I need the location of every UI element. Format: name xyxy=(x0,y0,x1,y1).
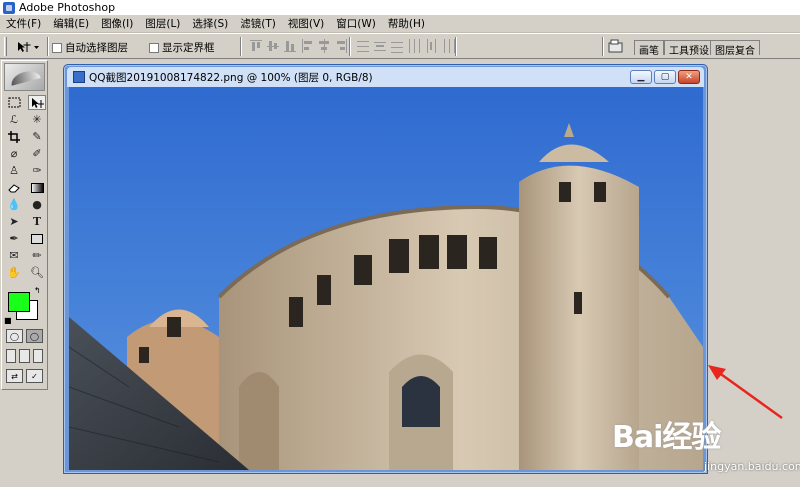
app-title: Adobe Photoshop xyxy=(19,1,116,14)
document-titlebar[interactable]: QQ截图20191008174822.png @ 100% (图层 0, RGB… xyxy=(67,67,704,87)
align-top-icon[interactable] xyxy=(250,39,262,53)
history-brush-icon[interactable]: ✑ xyxy=(28,163,46,178)
menu-filter[interactable]: 滤镜(T) xyxy=(234,16,282,31)
auto-select-layer-checkbox[interactable]: 自动选择图层 xyxy=(52,40,128,55)
close-icon[interactable]: ✕ xyxy=(678,70,700,84)
menu-file[interactable]: 文件(F) xyxy=(0,16,47,31)
maximize-icon[interactable]: ▢ xyxy=(654,70,676,84)
toolbox: ℒ ✳ ✎ ⌀ ✐ ♙ ✑ 💧 ● ➤ T ✒ ✉ ✏ ✋ 🔍︎ ↰ ■ ◯ ◯… xyxy=(1,60,48,390)
move-icon[interactable] xyxy=(28,95,46,110)
menu-view[interactable]: 视图(V) xyxy=(282,16,330,31)
shape-icon[interactable] xyxy=(28,231,46,246)
dodge-icon[interactable]: ● xyxy=(28,197,46,212)
menu-bar: 文件(F) 编辑(E) 图像(I) 图层(L) 选择(S) 滤镜(T) 视图(V… xyxy=(0,15,800,33)
eyedropper-icon[interactable]: ✏ xyxy=(28,248,46,263)
menu-edit[interactable]: 编辑(E) xyxy=(47,16,95,31)
standard-mode-icon[interactable]: ◯ xyxy=(6,329,23,343)
path-select-icon[interactable]: ➤ xyxy=(5,214,23,229)
marquee-icon[interactable] xyxy=(5,95,23,110)
building-photo xyxy=(69,87,703,470)
baidu-jingyan-watermark: Bai经验 jingyan.baidu.com xyxy=(612,402,800,482)
crop-icon[interactable] xyxy=(5,129,23,144)
distribute-hcenter-icon[interactable] xyxy=(425,39,437,53)
distribute-buttons xyxy=(357,39,455,53)
slice-icon[interactable]: ✎ xyxy=(28,129,46,144)
checkmark-icon[interactable]: ✓ xyxy=(26,369,43,383)
checkbox-box[interactable] xyxy=(149,42,159,53)
image-canvas[interactable] xyxy=(69,87,703,470)
eraser-icon[interactable] xyxy=(5,180,23,195)
notes-icon[interactable]: ✉ xyxy=(5,248,23,263)
tab-brushes[interactable]: 画笔 xyxy=(634,40,664,57)
tab-layer-comps[interactable]: 图层复合 xyxy=(710,40,760,57)
menu-window[interactable]: 窗口(W) xyxy=(330,16,382,31)
app-titlebar: Adobe Photoshop xyxy=(0,0,800,15)
options-separator xyxy=(602,37,604,56)
align-buttons xyxy=(250,39,347,53)
clone-stamp-icon[interactable]: ♙ xyxy=(5,163,23,178)
photoshop-feather-icon xyxy=(8,68,41,86)
photoshop-icon xyxy=(3,1,15,14)
file-browser-icon[interactable] xyxy=(608,39,624,56)
menu-help[interactable]: 帮助(H) xyxy=(382,16,431,31)
show-bounding-box-checkbox[interactable]: 显示定界框 xyxy=(149,40,215,55)
color-swatches: ↰ ■ xyxy=(2,286,47,326)
show-bounding-box-label: 显示定界框 xyxy=(162,42,215,54)
distribute-right-icon[interactable] xyxy=(442,39,455,53)
palette-well: 画笔 工具预设 图层复合 xyxy=(630,36,800,57)
menu-image[interactable]: 图像(I) xyxy=(95,16,139,31)
screen-mode-full-menu-icon[interactable] xyxy=(19,349,30,363)
align-right-icon[interactable] xyxy=(335,39,347,53)
distribute-left-icon[interactable] xyxy=(408,39,420,53)
type-icon[interactable]: T xyxy=(28,214,46,229)
tab-tool-presets[interactable]: 工具预设 xyxy=(664,40,714,57)
options-grip[interactable] xyxy=(4,37,7,56)
jump-to-imageready-icon[interactable]: ⇄ xyxy=(6,369,23,383)
default-colors-icon[interactable]: ■ xyxy=(4,316,12,325)
screen-mode-full-icon[interactable] xyxy=(32,349,43,363)
document-icon xyxy=(73,71,85,83)
blur-icon[interactable]: 💧 xyxy=(5,197,23,212)
auto-select-layer-label: 自动选择图层 xyxy=(65,42,128,54)
document-title: QQ截图20191008174822.png @ 100% (图层 0, RGB… xyxy=(89,71,373,84)
options-separator xyxy=(47,37,49,56)
zoom-icon[interactable]: 🔍︎ xyxy=(28,265,46,280)
swap-colors-icon[interactable]: ↰ xyxy=(34,286,41,295)
quick-mask-icon[interactable]: ◯ xyxy=(26,329,43,343)
window-controls: ▁ ▢ ✕ xyxy=(630,70,700,84)
brush-icon[interactable]: ✐ xyxy=(28,146,46,161)
pen-icon[interactable]: ✒ xyxy=(5,231,23,246)
align-bottom-icon[interactable] xyxy=(284,39,296,53)
options-separator xyxy=(240,37,242,56)
watermark-url: jingyan.baidu.com xyxy=(704,460,800,473)
hand-icon[interactable]: ✋ xyxy=(5,265,23,280)
jump-row: ⇄ ✓ xyxy=(2,366,47,386)
menu-select[interactable]: 选择(S) xyxy=(186,16,234,31)
distribute-top-icon[interactable] xyxy=(357,39,369,53)
lasso-icon[interactable]: ℒ xyxy=(5,112,23,127)
align-hcenter-icon[interactable] xyxy=(318,39,330,53)
watermark-brand: Bai经验 xyxy=(612,420,721,455)
options-separator xyxy=(349,37,351,56)
options-separator xyxy=(455,37,457,56)
align-left-icon[interactable] xyxy=(301,39,313,53)
tool-preset-picker[interactable] xyxy=(12,37,44,56)
minimize-icon[interactable]: ▁ xyxy=(630,70,652,84)
toolbox-header[interactable] xyxy=(4,63,45,91)
screen-mode-standard-icon[interactable] xyxy=(6,349,17,363)
magic-wand-icon[interactable]: ✳ xyxy=(28,112,46,127)
distribute-bottom-icon[interactable] xyxy=(391,39,403,53)
healing-brush-icon[interactable]: ⌀ xyxy=(5,146,23,161)
mask-mode-row: ◯ ◯ xyxy=(2,326,47,346)
foreground-color-swatch[interactable] xyxy=(8,292,30,312)
tool-grid: ℒ ✳ ✎ ⌀ ✐ ♙ ✑ 💧 ● ➤ T ✒ ✉ ✏ ✋ 🔍︎ xyxy=(2,93,47,282)
checkbox-box[interactable] xyxy=(52,42,62,53)
align-vcenter-icon[interactable] xyxy=(267,39,279,53)
screen-mode-row xyxy=(2,346,47,366)
distribute-vcenter-icon[interactable] xyxy=(374,39,386,53)
menu-layer[interactable]: 图层(L) xyxy=(139,16,186,31)
move-tool-icon xyxy=(18,41,39,52)
gradient-icon[interactable] xyxy=(28,180,46,195)
